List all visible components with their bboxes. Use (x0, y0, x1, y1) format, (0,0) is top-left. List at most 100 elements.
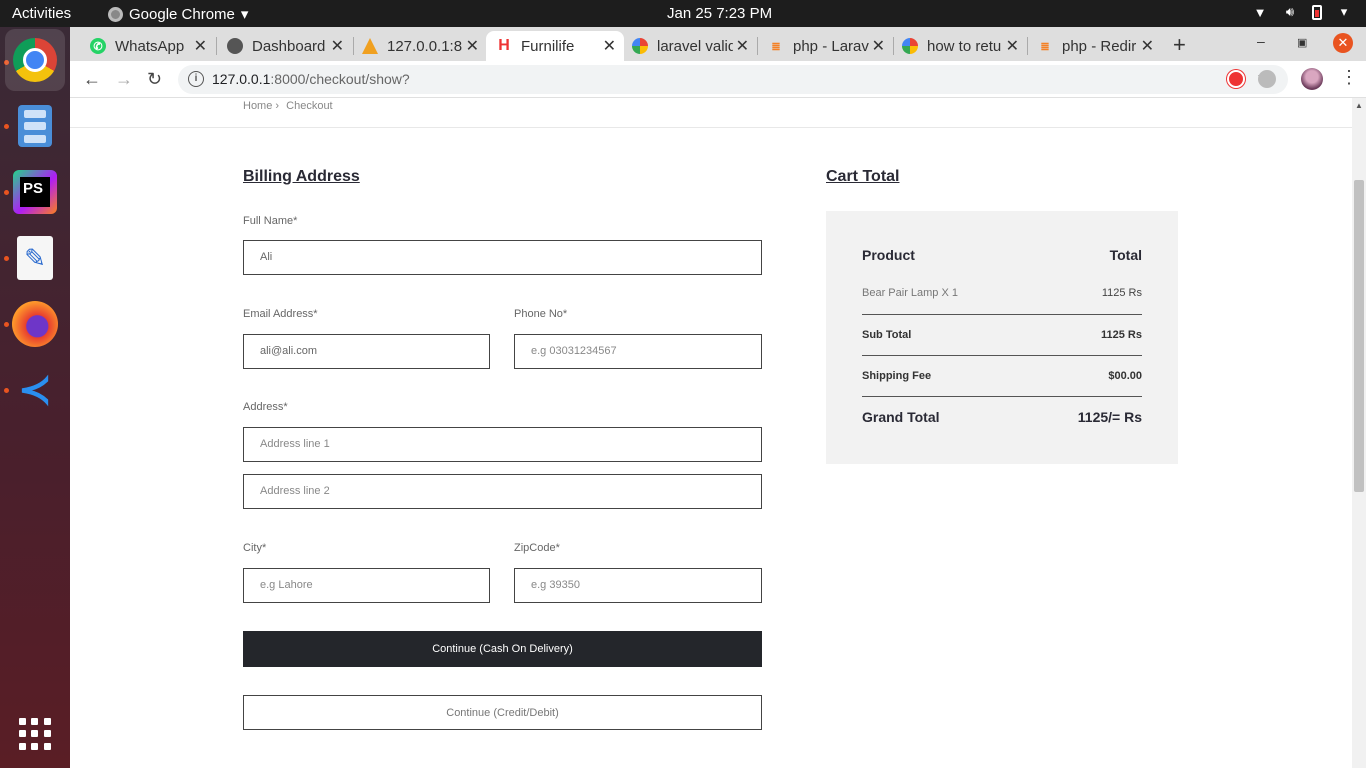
pencil-icon: ✎ (17, 236, 53, 280)
dock-vscode[interactable]: ≺ (11, 366, 59, 414)
window-close-icon[interactable]: ✕ (1333, 33, 1353, 53)
email-input[interactable]: ali@ali.com (243, 334, 490, 369)
divider (862, 396, 1142, 397)
tab-laravel-valid[interactable]: laravel valid ✕ (622, 31, 757, 61)
grand-total-row: Grand Total 1125/= Rs (862, 409, 1142, 425)
page-scrollbar[interactable]: ▲ (1352, 98, 1366, 768)
address-line1-input[interactable]: Address line 1 (243, 427, 762, 462)
tab-title: how to retu (927, 37, 1002, 55)
system-tray[interactable]: ▼ 🔊︎ ▾ (1252, 4, 1352, 20)
close-icon[interactable]: ✕ (466, 36, 479, 56)
google-icon (632, 38, 648, 54)
tab-whatsapp[interactable]: ✆ WhatsApp ✕ (80, 31, 215, 61)
address-line2-input[interactable]: Address line 2 (243, 474, 762, 509)
triangle-icon (362, 38, 378, 54)
close-icon[interactable]: ✕ (194, 36, 207, 56)
tab-how-to-return[interactable]: how to retu ✕ (892, 31, 1027, 61)
new-tab-plus-icon[interactable]: + (1173, 32, 1186, 58)
more-menu-icon[interactable]: ⋮ (1340, 67, 1358, 88)
cart-item-row: Bear Pair Lamp X 1 1125 Rs (862, 287, 1142, 299)
vscode-icon: ≺ (18, 368, 52, 412)
tab-localhost[interactable]: 127.0.0.1:8 ✕ (352, 31, 487, 61)
cart-header-row: Product Total (862, 247, 1142, 263)
divider (862, 314, 1142, 315)
product-header: Product (862, 247, 915, 263)
tab-furnilife[interactable]: H Furnilife ✕ (486, 31, 624, 61)
dashboard-icon (227, 38, 243, 54)
minimize-icon[interactable]: – (1257, 33, 1265, 49)
chrome-icon (13, 38, 57, 82)
breadcrumb-current: Checkout (286, 100, 333, 112)
running-indicator (4, 256, 9, 261)
breadcrumb-bar: Home › Checkout (70, 98, 1352, 128)
activities-button[interactable]: Activities (12, 5, 71, 22)
scroll-up-arrow-icon[interactable]: ▲ (1355, 101, 1363, 110)
shipping-label: Shipping Fee (862, 370, 932, 382)
breadcrumb-separator: › (275, 100, 280, 112)
profile-avatar[interactable] (1301, 68, 1323, 90)
whatsapp-icon: ✆ (90, 38, 106, 54)
url-text[interactable]: 127.0.0.1:8000/checkout/show? (212, 71, 410, 87)
address-bar[interactable]: i 127.0.0.1:8000/checkout/show? ⚲ ☆ (178, 65, 1288, 94)
cart-item-price: 1125 Rs (1101, 287, 1142, 299)
tab-strip: ✆ WhatsApp ✕ Dashboard ✕ 127.0.0.1:8 ✕ H… (70, 27, 1366, 61)
tab-title: Dashboard (252, 37, 326, 55)
running-indicator (4, 388, 9, 393)
running-indicator (4, 322, 9, 327)
browser-toolbar: ← → ↻ i 127.0.0.1:8000/checkout/show? ⚲ … (70, 61, 1366, 98)
furnilife-icon: H (498, 37, 510, 54)
firefox-icon (12, 301, 58, 347)
globe-extension-icon[interactable] (1258, 70, 1276, 88)
wifi-icon: ▼ (1253, 4, 1267, 20)
phone-label: Phone No* (514, 308, 568, 320)
close-icon[interactable]: ✕ (603, 36, 616, 56)
phone-input[interactable]: e.g 03031234567 (514, 334, 762, 369)
divider (862, 355, 1142, 356)
breadcrumb-home[interactable]: Home (243, 100, 272, 112)
tab-php-laravel[interactable]: ≣ php - Larav ✕ (758, 31, 893, 61)
stackoverflow-icon: ≣ (1040, 40, 1050, 53)
dock-text-editor[interactable]: ✎ (11, 234, 59, 282)
close-icon[interactable]: ✕ (1141, 36, 1154, 56)
close-icon[interactable]: ✕ (331, 36, 344, 56)
cash-on-delivery-button[interactable]: Continue (Cash On Delivery) (243, 631, 762, 667)
site-info-icon[interactable]: i (188, 71, 204, 87)
zip-label: ZipCode* (514, 542, 560, 554)
zip-input[interactable]: e.g 39350 (514, 568, 762, 603)
dock-chrome[interactable] (5, 29, 65, 91)
dock-firefox[interactable] (11, 300, 59, 348)
city-input[interactable]: e.g Lahore (243, 568, 490, 603)
close-icon[interactable]: ✕ (1006, 36, 1019, 56)
restore-icon[interactable]: ▣ (1297, 36, 1307, 49)
clock[interactable]: Jan 25 7:23 PM (667, 5, 772, 22)
dock: PS ✎ ≺ (0, 27, 70, 768)
forward-arrow-icon[interactable]: → (115, 69, 133, 90)
close-icon[interactable]: ✕ (872, 36, 885, 56)
tab-php-redirect[interactable]: ≣ php - Redir ✕ (1027, 31, 1162, 61)
billing-title: Billing Address (243, 168, 360, 185)
system-top-bar: Activities Google Chrome ▾ Jan 25 7:23 P… (0, 0, 1366, 27)
app-menu[interactable]: Google Chrome ▾ (108, 5, 248, 23)
chrome-icon (108, 6, 123, 22)
cart-item-name: Bear Pair Lamp X 1 (862, 287, 958, 299)
tab-title: 127.0.0.1:8 (387, 37, 463, 55)
full-name-input[interactable]: Ali (243, 240, 762, 275)
credit-debit-button[interactable]: Continue (Credit/Debit) (243, 695, 762, 730)
cart-title: Cart Total (826, 168, 900, 185)
running-indicator (4, 190, 9, 195)
dock-files[interactable] (11, 102, 59, 150)
show-apps-icon[interactable] (19, 718, 51, 750)
address-label: Address* (243, 401, 288, 413)
full-name-label: Full Name* (243, 215, 298, 227)
extension-icon[interactable] (1227, 70, 1245, 88)
subtotal-row: Sub Total 1125 Rs (862, 329, 1142, 341)
reload-icon[interactable]: ↻ (147, 69, 162, 90)
dock-phpstorm[interactable]: PS (11, 168, 59, 216)
tab-dashboard[interactable]: Dashboard ✕ (217, 31, 352, 61)
close-icon[interactable]: ✕ (736, 36, 749, 56)
google-icon (902, 38, 918, 54)
scrollbar-thumb[interactable] (1354, 180, 1364, 492)
back-arrow-icon[interactable]: ← (83, 69, 101, 90)
total-header: Total (1109, 247, 1142, 263)
volume-icon: 🔊︎ (1285, 4, 1295, 19)
